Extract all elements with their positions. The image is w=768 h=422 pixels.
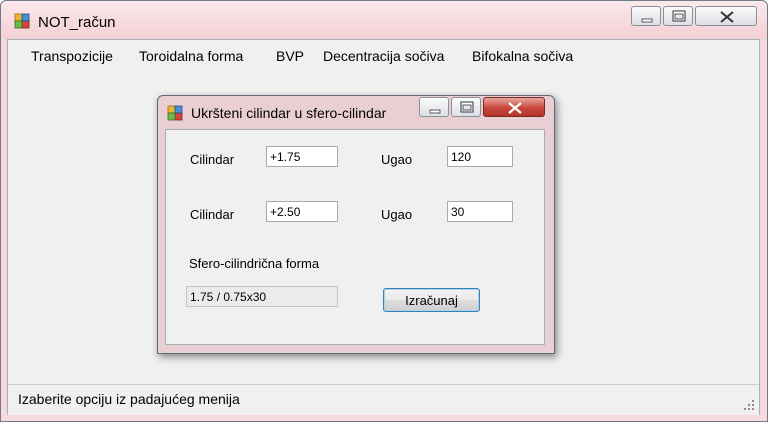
- maximize-icon: [460, 101, 474, 113]
- maximize-button[interactable]: [663, 6, 693, 26]
- close-icon: [508, 102, 522, 114]
- angle-1-label: Ugao: [381, 152, 413, 167]
- angle-1-input[interactable]: [447, 146, 513, 167]
- result-label: Sfero-cilindrična forma: [189, 256, 320, 271]
- cylinder-2-label: Cilindar: [190, 207, 235, 222]
- calculate-button-label: Izračunaj: [405, 292, 458, 308]
- angle-2-input[interactable]: [447, 201, 513, 222]
- dialog-close-button[interactable]: [483, 97, 545, 117]
- cylinder-2-input[interactable]: [266, 201, 338, 222]
- resize-grip-icon[interactable]: [744, 400, 755, 411]
- window-title: NOT_račun: [38, 14, 116, 31]
- angle-2-label: Ugao: [381, 207, 413, 222]
- dialog-maximize-button[interactable]: [451, 97, 481, 117]
- crossed-cylinder-dialog: Ukršteni cilindar u sfero-cilindar Cilin…: [157, 95, 555, 354]
- close-button[interactable]: [695, 6, 757, 26]
- menu-toroidalna-forma[interactable]: Toroidalna forma: [139, 48, 243, 64]
- menu-transpozicije[interactable]: Transpozicije: [31, 48, 113, 64]
- menu-bifokalna-sociva[interactable]: Bifokalna sočiva: [472, 48, 573, 64]
- title-bar[interactable]: NOT_račun: [1, 1, 767, 39]
- dialog-body: Cilindar Ugao Cilindar Ugao Sfero-cilind…: [165, 129, 545, 345]
- status-bar: Izaberite opciju iz padajućeg menija: [8, 384, 759, 415]
- result-field[interactable]: [186, 286, 338, 307]
- menu-bar: Transpozicije Toroidalna forma BVP Decen…: [8, 40, 759, 71]
- app-icon: [167, 105, 183, 121]
- cylinder-1-label: Cilindar: [190, 152, 235, 167]
- minimize-icon: [641, 18, 653, 23]
- menu-decentracija-sociva[interactable]: Decentracija sočiva: [323, 48, 444, 64]
- minimize-button[interactable]: [631, 6, 661, 26]
- close-icon: [720, 11, 734, 23]
- app-icon: [14, 13, 30, 29]
- maximize-icon: [672, 10, 686, 22]
- dialog-minimize-button[interactable]: [419, 97, 449, 117]
- menu-bvp[interactable]: BVP: [276, 48, 304, 64]
- minimize-icon: [429, 109, 441, 114]
- status-text: Izaberite opciju iz padajućeg menija: [18, 391, 240, 407]
- calculate-button[interactable]: Izračunaj: [383, 288, 480, 312]
- cylinder-1-input[interactable]: [266, 146, 338, 167]
- dialog-title: Ukršteni cilindar u sfero-cilindar: [191, 105, 387, 121]
